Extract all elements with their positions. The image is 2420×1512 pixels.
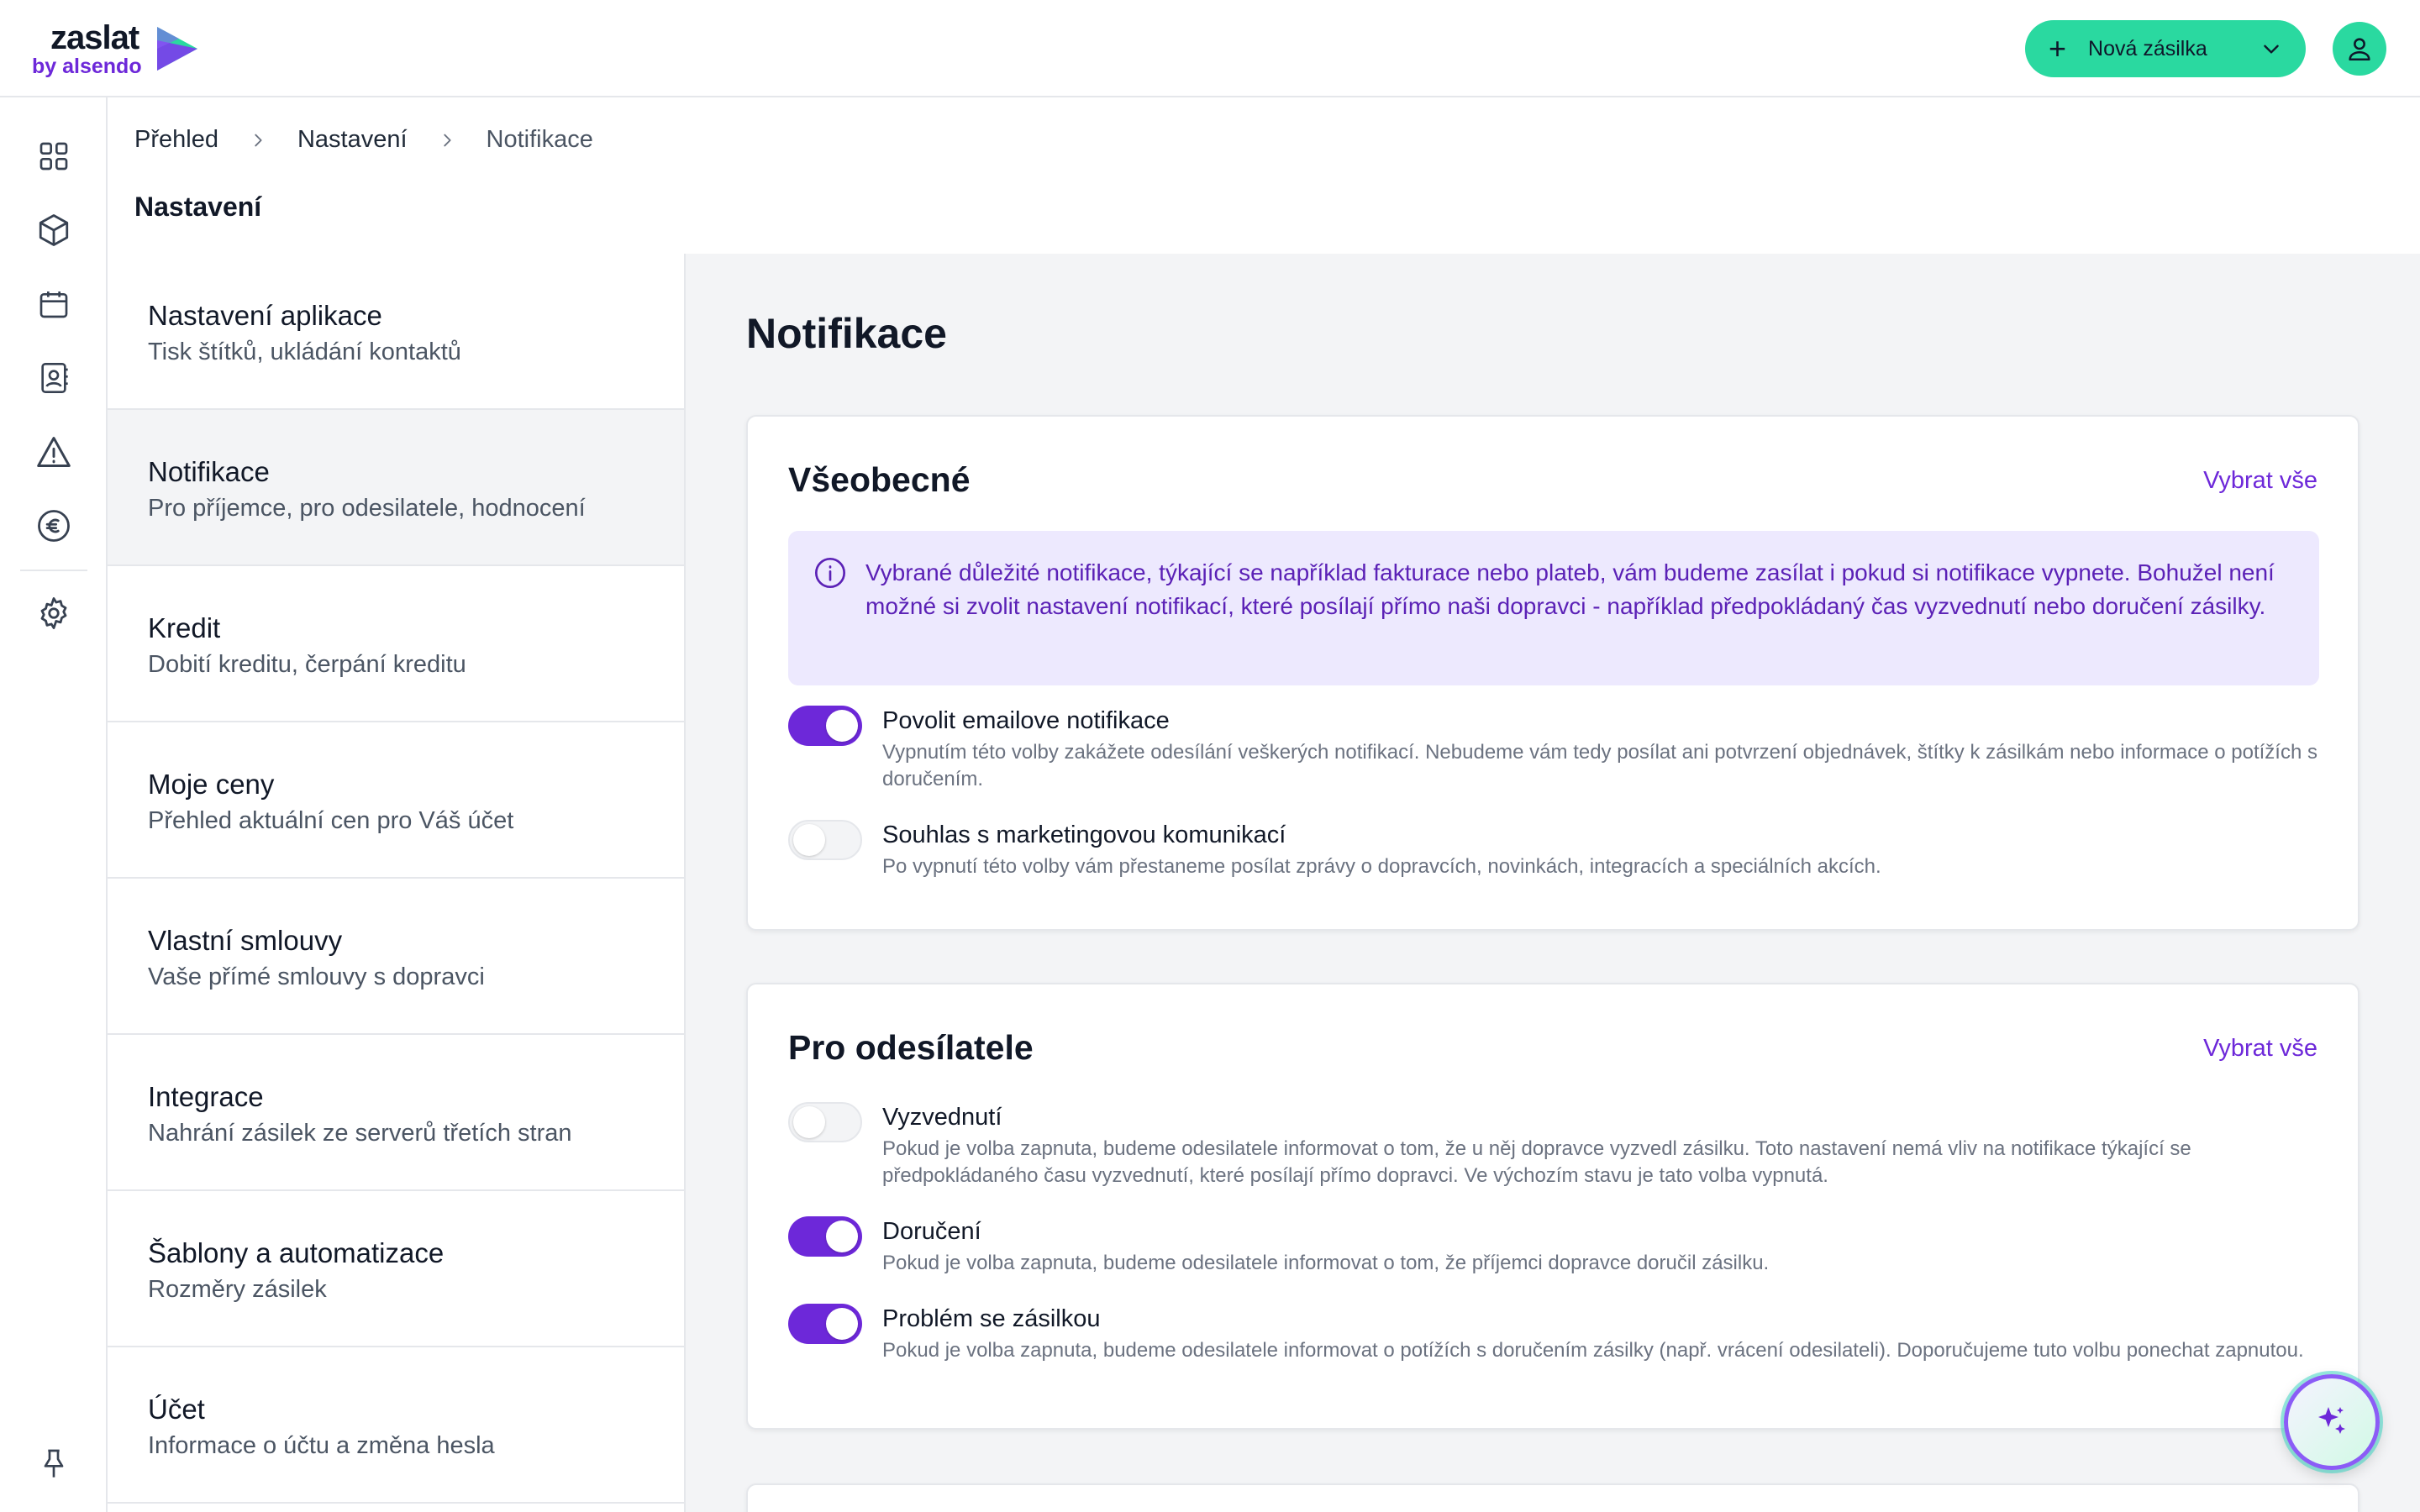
ai-assistant-button[interactable]	[2284, 1374, 2380, 1470]
breadcrumb-current: Notifikace	[486, 126, 593, 153]
dashboard-icon[interactable]	[34, 136, 74, 176]
option-description: Pokud je volba zapnuta, budeme odesilate…	[882, 1339, 2304, 1362]
option-description: Pokud je volba zapnuta, budeme odesilate…	[882, 1137, 2191, 1187]
rail-divider	[20, 570, 87, 571]
package-icon[interactable]	[34, 210, 74, 250]
contacts-icon[interactable]	[34, 358, 74, 398]
info-icon	[815, 558, 845, 588]
gear-icon[interactable]	[34, 593, 74, 633]
menu-item-title: Šablony a automatizace	[148, 1237, 445, 1268]
option-title: Doručení	[882, 1218, 981, 1245]
toggle-knob	[793, 824, 825, 856]
breadcrumb-item[interactable]: Přehled	[134, 126, 218, 154]
toggle-knob	[826, 1221, 858, 1252]
menu-item-subtitle: Tisk štítků, ukládání kontaktů	[148, 339, 461, 365]
menu-item-subtitle: Vaše přímé smlouvy s dopravci	[148, 963, 485, 990]
menu-item-title: Notifikace	[148, 456, 270, 487]
shipment-problem-toggle[interactable]	[788, 1304, 862, 1344]
toggle-knob	[793, 1106, 825, 1138]
card-next	[746, 1483, 2360, 1512]
menu-item-account[interactable]: Účet Informace o účtu a změna hesla	[108, 1347, 684, 1504]
user-menu-button[interactable]	[2333, 22, 2386, 76]
menu-item-credit[interactable]: Kredit Dobití kreditu, čerpání kreditu	[108, 566, 684, 722]
option-title: Vyzvednutí	[882, 1104, 1002, 1131]
icon-rail	[0, 97, 108, 1512]
card-title: Všeobecné	[788, 460, 971, 499]
email-notifications-toggle[interactable]	[788, 706, 862, 746]
info-box: Vybrané důležité notifikace, týkající se…	[788, 531, 2319, 685]
menu-item-subtitle: Informace o účtu a změna hesla	[148, 1432, 495, 1459]
warning-icon[interactable]	[34, 432, 74, 472]
logo-main: zaslat	[50, 18, 139, 56]
page-title: Nastavení	[134, 192, 262, 222]
new-shipment-button[interactable]: + Nová zásilka	[2025, 20, 2306, 77]
logo[interactable]: zaslat by alsendo	[32, 18, 201, 79]
menu-item-subtitle: Rozměry zásilek	[148, 1276, 327, 1303]
card-sender: Pro odesílatele Vybrat vše Vyzvednutí Po…	[746, 983, 2360, 1430]
breadcrumb-item[interactable]: Nastavení	[297, 126, 408, 154]
info-text: Vybrané důležité notifikace, týkající se…	[865, 559, 2275, 619]
logo-text: zaslat by alsendo	[32, 21, 142, 77]
pin-icon[interactable]	[34, 1443, 74, 1483]
card-general: Všeobecné Vybrat vše Vybrané důležité no…	[746, 415, 2360, 931]
menu-item-my-prices[interactable]: Moje ceny Přehled aktuální cen pro Váš ú…	[108, 722, 684, 879]
option-title: Problém se zásilkou	[882, 1305, 1101, 1332]
calendar-icon[interactable]	[34, 284, 74, 324]
menu-item-templates[interactable]: Šablony a automatizace Rozměry zásilek	[108, 1191, 684, 1347]
option-description: Vypnutím této volby zakážete odesílání v…	[882, 741, 2317, 790]
menu-item-own-contracts[interactable]: Vlastní smlouvy Vaše přímé smlouvy s dop…	[108, 879, 684, 1035]
menu-item-app-settings[interactable]: Nastavení aplikace Tisk štítků, ukládání…	[108, 254, 684, 410]
user-icon	[2349, 38, 2370, 61]
chevron-right-icon	[255, 134, 262, 146]
option-description: Pokud je volba zapnuta, budeme odesilate…	[882, 1252, 1770, 1274]
pickup-toggle[interactable]	[788, 1102, 862, 1142]
sparkles-icon	[2318, 1407, 2345, 1434]
select-all-button[interactable]: Vybrat vše	[2203, 467, 2317, 495]
menu-item-title: Nastavení aplikace	[148, 300, 382, 331]
main-content: Notifikace Všeobecné Vybrat vše Vybrané …	[686, 254, 2420, 1512]
section-title: Notifikace	[746, 310, 947, 357]
delivery-toggle[interactable]	[788, 1216, 862, 1257]
chevron-down-icon[interactable]	[2260, 38, 2282, 60]
option-title: Souhlas s marketingovou komunikací	[882, 822, 1286, 848]
top-bar: zaslat by alsendo + Nová zásilka	[0, 0, 2420, 97]
menu-item-title: Moje ceny	[148, 769, 275, 800]
euro-icon[interactable]	[34, 506, 74, 546]
settings-menu: Nastavení aplikace Tisk štítků, ukládání…	[108, 254, 686, 1512]
option-description: Po vypnutí této volby vám přestaneme pos…	[882, 855, 1881, 878]
toggle-knob	[826, 1308, 858, 1340]
logo-sub: by alsendo	[32, 54, 142, 78]
card-title: Pro odesílatele	[788, 1028, 1034, 1067]
menu-item-title: Integrace	[148, 1081, 264, 1112]
menu-item-subtitle: Dobití kreditu, čerpání kreditu	[148, 651, 466, 678]
logo-mark-icon	[156, 27, 197, 71]
menu-item-subtitle: Pro příjemce, pro odesilatele, hodnocení	[148, 495, 586, 522]
menu-item-subtitle: Přehled aktuální cen pro Váš účet	[148, 807, 514, 834]
chevron-right-icon	[443, 134, 451, 146]
marketing-consent-toggle[interactable]	[788, 820, 862, 860]
breadcrumb: Přehled Nastavení Notifikace	[134, 126, 593, 154]
menu-item-integrations[interactable]: Integrace Nahrání zásilek ze serverů tře…	[108, 1035, 684, 1191]
menu-item-title: Účet	[148, 1394, 205, 1425]
new-shipment-label: Nová zásilka	[2088, 36, 2207, 60]
menu-item-subtitle: Nahrání zásilek ze serverů třetích stran	[148, 1120, 572, 1147]
toggle-knob	[826, 710, 858, 742]
option-title: Povolit emailove notifikace	[882, 707, 1170, 734]
plus-icon: +	[2049, 31, 2067, 66]
select-all-button[interactable]: Vybrat vše	[2203, 1035, 2317, 1063]
menu-item-notifications[interactable]: Notifikace Pro příjemce, pro odesilatele…	[108, 410, 684, 566]
menu-item-title: Vlastní smlouvy	[148, 925, 343, 956]
menu-item-title: Kredit	[148, 612, 221, 643]
